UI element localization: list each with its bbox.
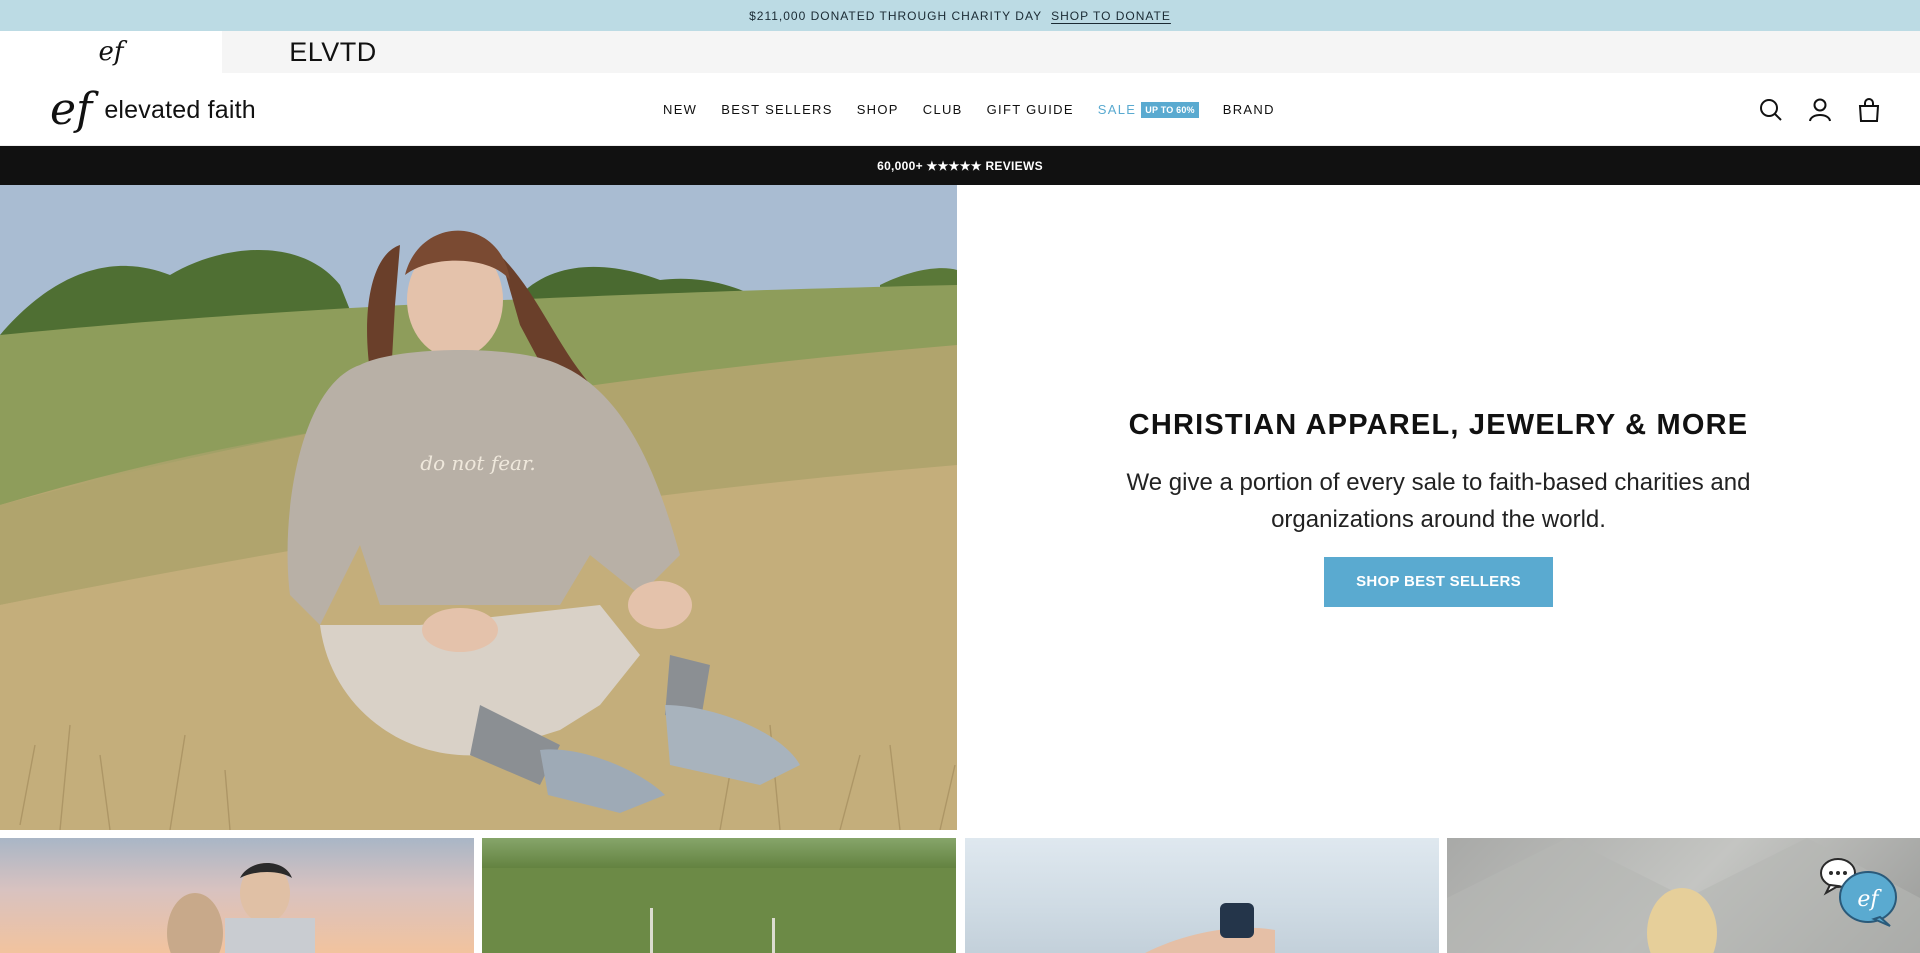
account-icon[interactable] xyxy=(1807,97,1833,123)
nav-item-sale[interactable]: SALE UP TO 60% xyxy=(1097,101,1199,118)
header-icons xyxy=(1735,73,1882,146)
site-logo[interactable]: ef elevated faith xyxy=(50,85,256,135)
nav-item-brand[interactable]: BRAND xyxy=(1223,102,1275,117)
nav-item-club[interactable]: CLUB xyxy=(923,102,963,117)
nav-item-gift-guide[interactable]: GIFT GUIDE xyxy=(987,102,1074,117)
hero-title: CHRISTIAN APPAREL, JEWELRY & MORE xyxy=(1128,408,1749,441)
cart-icon[interactable] xyxy=(1856,97,1882,123)
shop-to-donate-link[interactable]: SHOP TO DONATE xyxy=(1051,9,1171,23)
main-nav: NEW BEST SELLERS SHOP CLUB GIFT GUIDE SA… xyxy=(663,73,1299,146)
chat-ef-badge: ef xyxy=(1839,871,1897,927)
brand-tab-ef[interactable]: ef xyxy=(0,31,222,73)
nav-item-shop[interactable]: SHOP xyxy=(857,102,899,117)
collection-tile-3[interactable] xyxy=(965,838,1439,953)
collection-tiles xyxy=(0,838,1920,953)
reviews-strip[interactable]: 60,000+ ★★★★★ REVIEWS xyxy=(0,146,1920,185)
hero-text-block: CHRISTIAN APPAREL, JEWELRY & MORE We giv… xyxy=(957,185,1920,830)
shop-best-sellers-button[interactable]: SHOP BEST SELLERS xyxy=(1324,556,1553,607)
brand-tab-elvtd[interactable]: ELVTD xyxy=(222,31,444,73)
reviews-text: 60,000+ ★★★★★ REVIEWS xyxy=(877,158,1043,173)
hoodie-print-text: do not fear. xyxy=(420,451,535,475)
nav-item-best-sellers[interactable]: BEST SELLERS xyxy=(721,102,832,117)
brand-switcher: ef ELVTD xyxy=(0,31,1920,73)
sale-badge: UP TO 60% xyxy=(1141,101,1199,118)
hero-image[interactable]: do not fear. xyxy=(0,185,957,830)
collection-tile-1[interactable] xyxy=(0,838,474,953)
hero-subtitle: We give a portion of every sale to faith… xyxy=(1126,468,1751,533)
nav-item-sale-label: SALE xyxy=(1097,102,1137,117)
elvtd-wordmark: ELVTD xyxy=(289,36,377,67)
announcement-message: $211,000 DONATED THROUGH CHARITY DAY xyxy=(749,8,1043,23)
collection-tile-2[interactable] xyxy=(482,838,956,953)
announcement-bar: $211,000 DONATED THROUGH CHARITY DAY SHO… xyxy=(0,0,1920,31)
logo-wordmark: elevated faith xyxy=(104,95,256,124)
site-header: ef elevated faith NEW BEST SELLERS SHOP … xyxy=(0,73,1920,146)
ef-monogram: ef xyxy=(98,37,124,67)
nav-item-new[interactable]: NEW xyxy=(663,102,697,117)
chat-widget[interactable]: ef xyxy=(1818,855,1904,927)
logo-monogram: ef xyxy=(50,84,93,135)
search-icon[interactable] xyxy=(1758,97,1784,123)
